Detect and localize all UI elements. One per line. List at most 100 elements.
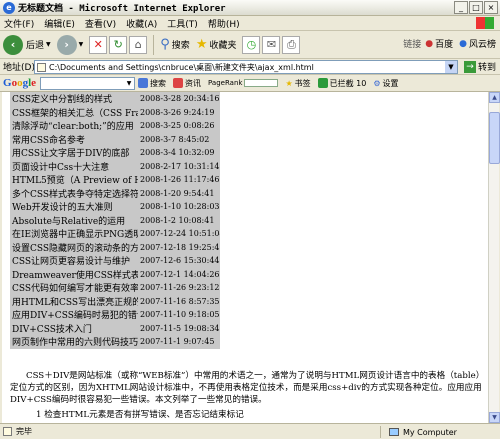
scroll-up-button[interactable]: ▲ xyxy=(489,92,500,103)
close-button[interactable]: × xyxy=(484,1,498,14)
list-item[interactable]: 多个CSS样式表争夺特定选择符的控制权2008-1-20 9:54:41 xyxy=(10,187,220,201)
article-title[interactable]: CSS让网页更容易设计与维护 xyxy=(10,254,138,267)
bookmarks-button[interactable]: ★ 书签 xyxy=(285,78,310,89)
print-button[interactable]: ⎙ xyxy=(282,35,301,54)
chevron-down-icon[interactable]: ▼ xyxy=(124,78,134,89)
article-title[interactable]: CSS框架的相关汇总（CSS Frameworks） xyxy=(10,106,138,119)
search-button[interactable]: ⚲ 搜索 xyxy=(160,37,190,52)
mail-button[interactable]: ✉ xyxy=(262,35,281,54)
standard-toolbar: ‹ 后退 ▼ › ▼ ✕ ↻ ⌂ ⚲ 搜索 ★ 收藏夹 ◷ ✉ ⎙ 链接 ● 百… xyxy=(0,31,500,59)
search-label: 搜索 xyxy=(171,41,190,51)
forward-button[interactable]: › ▼ xyxy=(56,34,84,55)
error-list-item: 1 检查HTML元素是否有拼写错误、是否忘记结束标记 xyxy=(36,410,244,420)
google-news-button[interactable]: 资讯 xyxy=(173,78,201,89)
go-arrow-icon: → xyxy=(463,60,476,73)
chevron-down-icon: ▼ xyxy=(78,41,84,48)
list-item[interactable]: 在IE浏览器中正确显示PNG透明图片2007-12-24 10:51:04 xyxy=(10,227,220,241)
list-item[interactable]: CSS定义中分割线的样式 2008-3-28 20:34:16 xyxy=(10,92,220,106)
menu-tools[interactable]: 工具(T) xyxy=(167,17,198,30)
list-item[interactable]: CSS代码如何编写才能更有效率 2007-11-26 9:23:12 xyxy=(10,281,220,295)
fengyun-link[interactable]: 风云榜 xyxy=(469,37,496,50)
article-title[interactable]: Absolute与Relative的运用 xyxy=(10,214,138,227)
address-dropdown-icon[interactable]: ▼ xyxy=(445,61,457,73)
computer-icon xyxy=(389,428,399,436)
article-title[interactable]: 多个CSS样式表争夺特定选择符的控制权 xyxy=(10,187,138,200)
list-item[interactable]: Dreamweaver使用CSS样式表设置网页2007-12-1 14:04:2… xyxy=(10,268,220,282)
article-title[interactable]: 用CSS让文字居于DIV的底部 xyxy=(10,146,138,159)
list-item[interactable]: 设置CSS隐藏网页的滚动条的方法 2007-12-18 19:25:46 xyxy=(10,241,220,255)
list-item[interactable]: 用HTML和CSS写出漂亮正规的BLOG2007-11-16 8:57:35 xyxy=(10,295,220,309)
article-date: 2008-1-2 10:08:41 xyxy=(140,215,215,225)
list-item[interactable]: 应用DIV+CSS编码时易犯的错误 2007-11-10 9:18:05 xyxy=(10,308,220,322)
history-icon: ◷ xyxy=(246,38,257,51)
fengyun-icon: ● xyxy=(459,38,467,49)
blocker-icon xyxy=(317,78,328,88)
baidu-link[interactable]: 百度 xyxy=(435,37,453,50)
home-button[interactable]: ⌂ xyxy=(129,35,148,54)
google-logo[interactable]: Google xyxy=(3,77,36,89)
scroll-down-button[interactable]: ▼ xyxy=(489,412,500,423)
article-list: CSS定义中分割线的样式 2008-3-28 20:34:16 CSS框架的相关汇总… xyxy=(10,92,220,349)
article-title[interactable]: CSS代码如何编写才能更有效率 xyxy=(10,281,138,294)
menu-help[interactable]: 帮助(H) xyxy=(208,17,240,30)
article-title[interactable]: 网页制作中常用的六则代码技巧 xyxy=(10,335,138,348)
article-title[interactable]: 设置CSS隐藏网页的滚动条的方法 xyxy=(10,241,138,254)
list-item[interactable]: CSS框架的相关汇总（CSS Frameworks）2008-3-26 9:24… xyxy=(10,106,220,120)
minimize-button[interactable]: _ xyxy=(454,1,468,14)
google-search-input[interactable]: ▼ xyxy=(40,76,136,90)
list-item[interactable]: Web开发设计的五大准则 2008-1-10 10:28:03 xyxy=(10,200,220,214)
back-label: 后退 xyxy=(26,41,45,51)
address-value: C:\Documents and Settings\cnbruce\桌面\新建文… xyxy=(49,62,314,72)
list-item[interactable]: Absolute与Relative的运用 2008-1-2 10:08:41 xyxy=(10,214,220,228)
menu-edit[interactable]: 编辑(E) xyxy=(44,17,75,30)
links-label[interactable]: 链接 xyxy=(403,37,421,50)
article-title[interactable]: 在IE浏览器中正确显示PNG透明图片 xyxy=(10,227,138,240)
article-title[interactable]: 应用DIV+CSS编码时易犯的错误 xyxy=(10,308,138,321)
history-button[interactable]: ◷ xyxy=(242,35,261,54)
article-title[interactable]: 常用CSS命名参考 xyxy=(10,133,138,146)
star-icon: ★ xyxy=(195,37,208,52)
go-button[interactable]: → 转到 xyxy=(463,60,496,73)
article-title[interactable]: CSS定义中分割线的样式 xyxy=(10,92,138,105)
gear-icon: ⚙ xyxy=(373,78,381,88)
article-title[interactable]: Web开发设计的五大准则 xyxy=(10,200,138,213)
list-item[interactable]: 清除浮动“clear:both;”的应用 2008-3-25 0:08:26 xyxy=(10,119,220,133)
maximize-button[interactable]: □ xyxy=(469,1,483,14)
list-item[interactable]: DIV+CSS技术入门 2007-11-5 19:08:34 xyxy=(10,322,220,336)
list-item[interactable]: HTML5预览（A Preview of HTML 5）2008-1-26 11… xyxy=(10,173,220,187)
stop-button[interactable]: ✕ xyxy=(89,35,108,54)
back-arrow-icon: ‹ xyxy=(3,34,23,55)
list-item[interactable]: 常用CSS命名参考 2008-3-7 8:45:02 xyxy=(10,133,220,147)
scroll-thumb[interactable] xyxy=(489,112,500,164)
article-title[interactable]: HTML5预览（A Preview of HTML 5） xyxy=(10,173,138,186)
article-date: 2007-12-18 19:25:46 xyxy=(140,242,220,252)
mail-icon: ✉ xyxy=(266,38,277,51)
list-item[interactable]: 用CSS让文字居于DIV的底部 2008-3-4 10:32:09 xyxy=(10,146,220,160)
article-date: 2008-3-25 0:08:26 xyxy=(140,121,215,131)
article-title[interactable]: Dreamweaver使用CSS样式表设置网页 xyxy=(10,268,138,281)
status-left: 完毕 xyxy=(0,426,380,437)
popup-blocker[interactable]: 已拦截 10 xyxy=(317,78,366,89)
list-item[interactable]: 页面设计中Css十大注意 2008-2-17 10:31:14 xyxy=(10,160,220,174)
menu-favorites[interactable]: 收藏(A) xyxy=(126,17,157,30)
list-item[interactable]: 网页制作中常用的六则代码技巧 2007-11-1 9:07:45 xyxy=(10,335,220,349)
menu-file[interactable]: 文件(F) xyxy=(4,17,34,30)
google-search-button[interactable]: 搜索 xyxy=(138,78,166,89)
vertical-scrollbar[interactable]: ▲ ▼ xyxy=(488,92,500,423)
article-title[interactable]: 页面设计中Css十大注意 xyxy=(10,160,138,173)
article-title[interactable]: DIV+CSS技术入门 xyxy=(10,322,138,335)
list-item[interactable]: CSS让网页更容易设计与维护 2007-12-6 15:30:44 xyxy=(10,254,220,268)
article-date: 2007-11-26 9:23:12 xyxy=(140,283,220,293)
favorites-button[interactable]: ★ 收藏夹 xyxy=(196,37,237,52)
article-title[interactable]: 用HTML和CSS写出漂亮正规的BLOG xyxy=(10,295,138,308)
pagerank-meter: PageRank xyxy=(208,79,279,87)
article-date: 2007-11-5 19:08:34 xyxy=(140,323,220,333)
menu-view[interactable]: 查看(V) xyxy=(85,17,116,30)
settings-button[interactable]: ⚙ 设置 xyxy=(373,78,398,89)
back-button[interactable]: ‹ 后退 ▼ xyxy=(3,34,51,55)
address-input[interactable]: C:\Documents and Settings\cnbruce\桌面\新建文… xyxy=(34,60,458,74)
window-controls: _ □ × xyxy=(454,1,498,14)
refresh-button[interactable]: ↻ xyxy=(109,35,128,54)
article-date: 2008-2-17 10:31:14 xyxy=(140,161,220,171)
article-title[interactable]: 清除浮动“clear:both;”的应用 xyxy=(10,119,138,132)
